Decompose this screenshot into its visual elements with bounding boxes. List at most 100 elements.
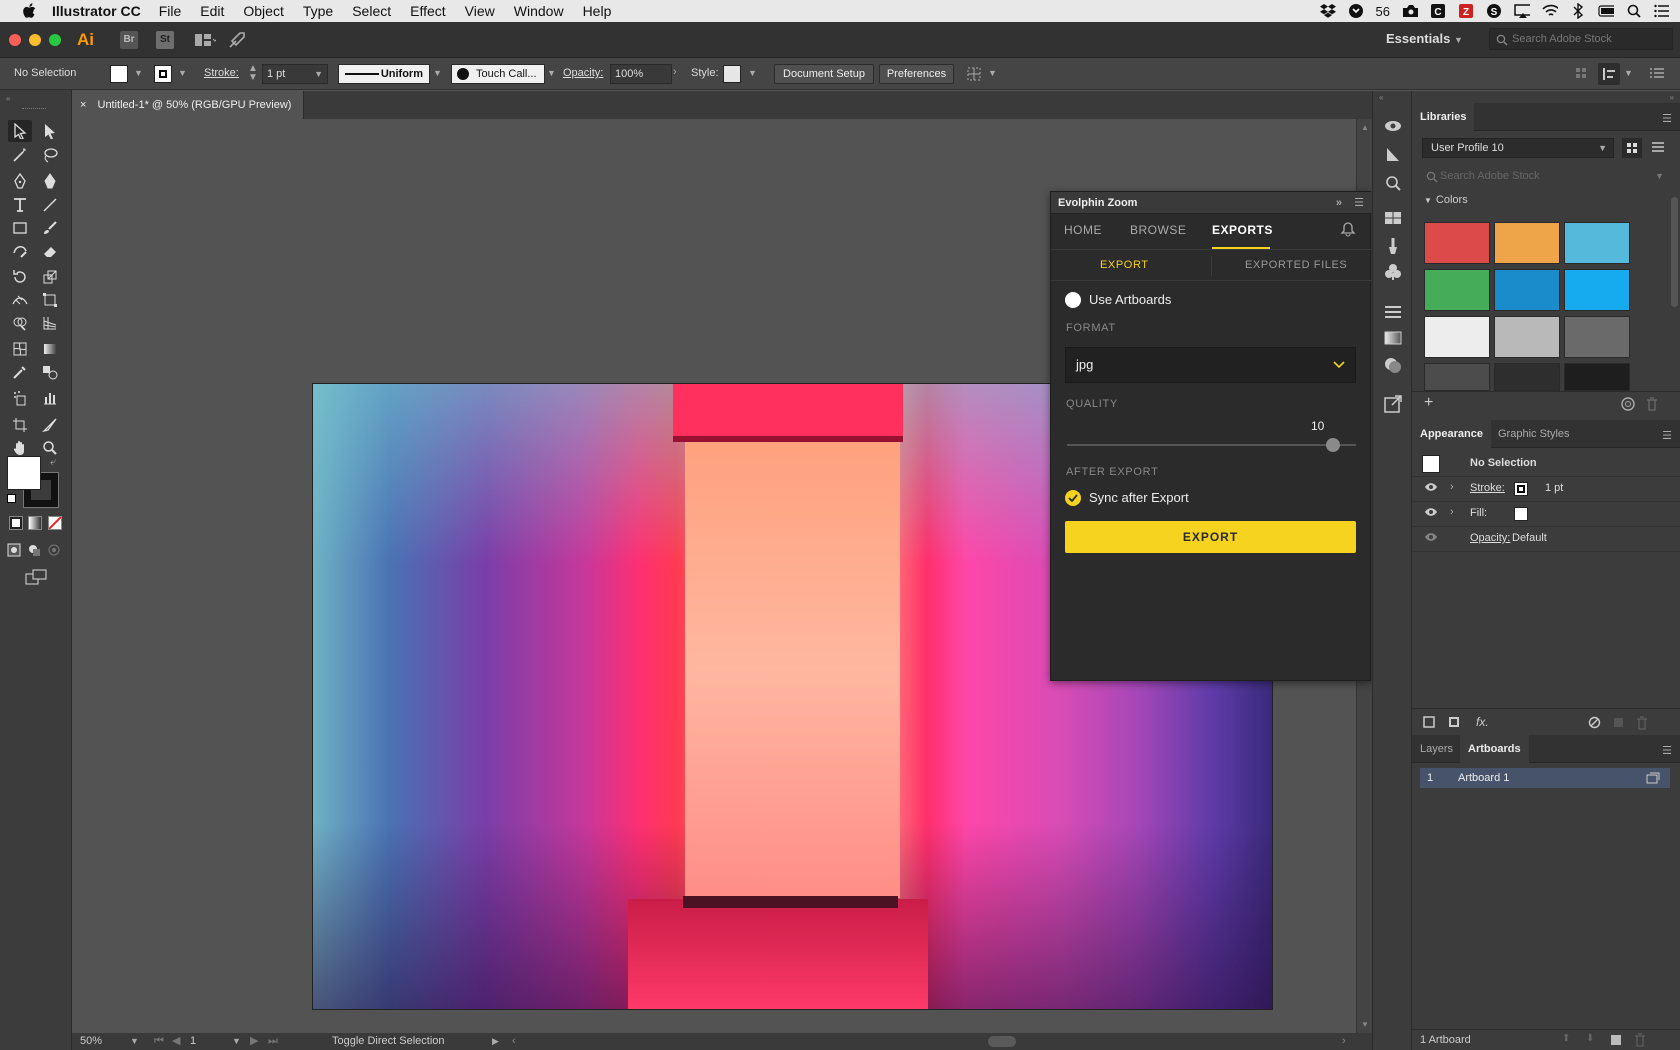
app-menu[interactable]: Illustrator CC xyxy=(52,3,141,19)
appearance-selection-row[interactable]: No Selection xyxy=(1412,452,1680,477)
library-color-swatch[interactable] xyxy=(1494,316,1560,358)
trash-icon[interactable] xyxy=(1636,716,1648,733)
color-mode-icon[interactable] xyxy=(9,516,23,530)
scroll-right-icon[interactable]: › xyxy=(1342,1033,1346,1050)
paintbrush-tool-icon[interactable] xyxy=(38,217,62,239)
duplicate-item-icon[interactable] xyxy=(1612,716,1625,732)
artboard-options-icon[interactable] xyxy=(1646,771,1660,791)
symbol-sprayer-tool-icon[interactable] xyxy=(8,387,32,409)
layers-tab[interactable]: Layers xyxy=(1412,735,1461,763)
style-swatch[interactable] xyxy=(723,65,741,83)
adobe-stock-search-input[interactable]: Search Adobe Stock xyxy=(1489,28,1673,50)
mesh-tool-icon[interactable] xyxy=(8,338,32,360)
menu-effect[interactable]: Effect xyxy=(410,3,446,19)
first-artboard-icon[interactable]: ⏮ xyxy=(154,1033,164,1050)
export-panel-icon[interactable] xyxy=(1384,395,1402,413)
properties-icon[interactable] xyxy=(1384,146,1402,164)
library-color-swatch[interactable] xyxy=(1424,316,1490,358)
quality-slider-thumb[interactable] xyxy=(1325,438,1340,452)
library-color-swatch[interactable] xyxy=(1424,363,1490,391)
shape-builder-tool-icon[interactable] xyxy=(8,312,32,334)
workspace-switcher[interactable]: Essentials ▼ xyxy=(1386,31,1463,46)
panel-menu-icon[interactable]: ☰ xyxy=(1662,112,1672,125)
library-color-swatch[interactable] xyxy=(1494,363,1560,391)
quality-slider-track[interactable] xyxy=(1067,444,1356,446)
rectangle-tool-icon[interactable] xyxy=(8,217,32,239)
add-new-stroke-icon[interactable] xyxy=(1422,715,1436,732)
brushes-icon[interactable] xyxy=(1384,237,1402,255)
appearance-fill-row[interactable]: › Fill: xyxy=(1412,502,1680,527)
dropbox-icon[interactable] xyxy=(1319,3,1336,19)
chevron-down-icon[interactable]: ▼ xyxy=(178,68,187,78)
ez-tab-browse[interactable]: BROWSE xyxy=(1130,223,1186,237)
width-tool-icon[interactable] xyxy=(8,289,32,311)
menu-window[interactable]: Window xyxy=(514,3,564,19)
asset-search-icon[interactable] xyxy=(1384,174,1402,192)
artboards-tab[interactable]: Artboards xyxy=(1460,735,1529,763)
wifi-icon[interactable] xyxy=(1542,3,1558,19)
default-fill-stroke-icon[interactable] xyxy=(7,494,16,503)
chevron-down-icon[interactable]: ▼ xyxy=(433,68,442,78)
ez-tab-home[interactable]: HOME xyxy=(1064,223,1102,237)
horizontal-scroll-thumb[interactable] xyxy=(988,1036,1016,1047)
visibility-eye-icon[interactable] xyxy=(1424,482,1438,495)
next-artboard-icon[interactable]: ▶ xyxy=(250,1033,258,1050)
move-up-icon[interactable]: ⬆ xyxy=(1562,1033,1570,1044)
chevron-right-icon[interactable]: › xyxy=(1450,506,1454,518)
grid-align-icon[interactable] xyxy=(1574,66,1588,83)
scroll-up-icon[interactable]: ▲ xyxy=(1361,123,1369,132)
collapse-panel-icon[interactable]: « xyxy=(6,94,10,103)
trash-icon[interactable] xyxy=(1634,1033,1646,1050)
document-setup-button[interactable]: Document Setup xyxy=(774,64,874,84)
libraries-tab[interactable]: Libraries xyxy=(1412,103,1475,131)
perspective-grid-tool-icon[interactable] xyxy=(38,312,62,334)
skype-icon[interactable]: S xyxy=(1486,3,1502,19)
artboard-tool-icon[interactable] xyxy=(8,414,32,436)
appearance-stroke-label[interactable]: Stroke: xyxy=(1470,482,1505,494)
stroke-weight-field[interactable]: 1 pt ▼ xyxy=(262,64,328,84)
panel-menu-icon[interactable]: ☰ xyxy=(1662,744,1672,757)
gradient-mode-icon[interactable] xyxy=(28,516,42,530)
transform-icon[interactable] xyxy=(966,66,982,85)
minimize-window-button[interactable] xyxy=(29,33,41,46)
collapse-panel-icon[interactable]: « xyxy=(1379,93,1383,102)
app-c-icon[interactable]: C xyxy=(1430,3,1446,19)
notification-center-icon[interactable] xyxy=(1654,3,1670,19)
library-search-input[interactable]: Search Adobe Stock ▼ xyxy=(1422,166,1668,186)
trash-icon[interactable] xyxy=(1646,397,1658,414)
swatches-icon[interactable] xyxy=(1384,209,1402,227)
gradient-panel-icon[interactable] xyxy=(1384,329,1402,347)
pen-tool-icon[interactable] xyxy=(8,170,32,192)
arrange-documents-icon[interactable] xyxy=(192,31,218,49)
screen-mode-icon[interactable] xyxy=(22,566,50,588)
bluetooth-icon[interactable] xyxy=(1570,3,1586,19)
close-tab-icon[interactable]: × xyxy=(80,99,86,111)
ez-tab-exports[interactable]: EXPORTS xyxy=(1212,223,1273,237)
chevron-right-icon[interactable]: › xyxy=(673,66,677,78)
bridge-button[interactable]: Br xyxy=(120,30,138,49)
stroke-panel-icon[interactable] xyxy=(1384,303,1402,321)
appearance-stroke-swatch[interactable] xyxy=(1514,482,1528,496)
ez-title-bar[interactable]: Evolphin Zoom » ☰ xyxy=(1051,192,1372,214)
rotate-tool-icon[interactable] xyxy=(8,266,32,288)
appearance-opacity-row[interactable]: Opacity: Default xyxy=(1412,527,1680,552)
visibility-eye-icon[interactable] xyxy=(1424,507,1438,520)
align-icon[interactable] xyxy=(1598,63,1620,85)
creative-cloud-icon[interactable] xyxy=(1348,3,1364,19)
document-tab[interactable]: × Untitled-1* @ 50% (RGB/GPU Preview) xyxy=(72,91,304,119)
library-select[interactable]: User Profile 10 ▼ xyxy=(1422,138,1614,158)
last-artboard-icon[interactable]: ⏭ xyxy=(268,1033,278,1050)
panel-menu-icon[interactable]: ☰ xyxy=(1662,429,1672,442)
eraser-tool-icon[interactable] xyxy=(38,240,62,262)
preferences-button[interactable]: Preferences xyxy=(879,64,954,84)
move-down-icon[interactable]: ⬇ xyxy=(1586,1033,1594,1044)
selection-tool-icon[interactable] xyxy=(8,120,32,142)
ez-subtab-export[interactable]: EXPORT xyxy=(1100,259,1149,271)
lasso-tool-icon[interactable] xyxy=(38,144,62,166)
add-element-icon[interactable]: + xyxy=(1424,394,1433,412)
menu-object[interactable]: Object xyxy=(243,3,283,19)
airplay-icon[interactable] xyxy=(1514,3,1530,19)
menu-view[interactable]: View xyxy=(465,3,495,19)
scroll-left-icon[interactable]: ‹ xyxy=(512,1033,516,1050)
library-color-swatch[interactable] xyxy=(1564,222,1630,264)
